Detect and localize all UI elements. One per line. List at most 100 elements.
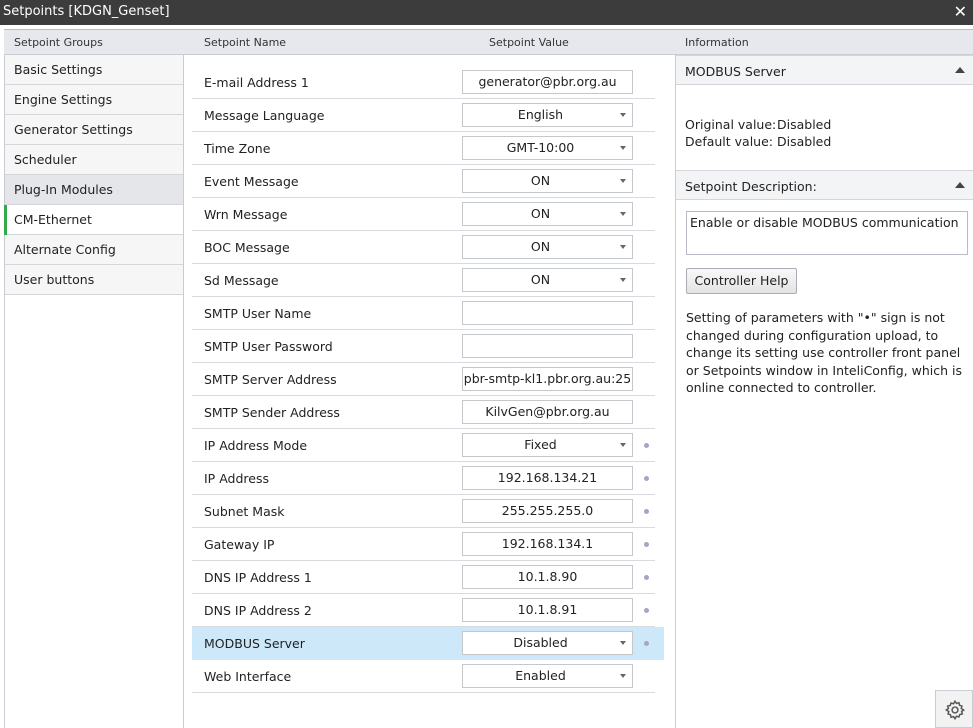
setpoint-description-box: Enable or disable MODBUS communication bbox=[686, 211, 968, 255]
select-value: Enabled bbox=[515, 668, 566, 683]
setpoint-name: SMTP User Password bbox=[204, 339, 333, 354]
triangle-up-icon[interactable] bbox=[955, 67, 965, 73]
boc-message-select[interactable]: ON bbox=[462, 235, 633, 259]
information-panel: MODBUS Server Original value: Disabled D… bbox=[675, 55, 973, 728]
default-value: Disabled bbox=[777, 134, 832, 149]
select-value: Disabled bbox=[513, 635, 568, 650]
setpoint-name: SMTP Sender Address bbox=[204, 405, 340, 420]
setpoint-row-message-language: Message Language English bbox=[192, 99, 655, 132]
group-item-generator-settings[interactable]: Generator Settings bbox=[5, 115, 183, 145]
header-setpoint-name: Setpoint Name bbox=[204, 36, 287, 49]
header-information: Information bbox=[685, 36, 749, 49]
select-value: ON bbox=[530, 272, 551, 287]
dot-icon bbox=[644, 476, 649, 481]
setpoint-name: SMTP Server Address bbox=[204, 372, 337, 387]
original-value: Disabled bbox=[777, 117, 832, 132]
gear-icon bbox=[944, 699, 966, 721]
setpoint-row-time-zone: Time Zone GMT-10:00 bbox=[192, 132, 655, 165]
select-value: GMT-10:00 bbox=[506, 140, 575, 155]
smtp-sender-address-input[interactable]: KilvGen@pbr.org.au bbox=[462, 400, 633, 424]
setpoint-name: DNS IP Address 2 bbox=[204, 603, 312, 618]
setpoint-row-dns-ip-address-2: DNS IP Address 2 10.1.8.91 bbox=[192, 594, 655, 627]
setpoint-row-event-message: Event Message ON bbox=[192, 165, 655, 198]
smtp-server-address-input[interactable]: pbr-smtp-kl1.pbr.org.au:25 bbox=[462, 367, 633, 391]
select-value: Fixed bbox=[524, 437, 557, 452]
select-value: ON bbox=[530, 206, 551, 221]
chevron-down-icon bbox=[620, 245, 626, 249]
original-value-label: Original value: bbox=[685, 117, 777, 132]
setpoint-row-wrn-message: Wrn Message ON bbox=[192, 198, 655, 231]
setpoint-name: DNS IP Address 1 bbox=[204, 570, 312, 585]
select-value: ON bbox=[530, 239, 551, 254]
controller-help-button[interactable]: Controller Help bbox=[686, 268, 797, 294]
setpoint-row-dns-ip-address-1: DNS IP Address 1 10.1.8.90 bbox=[192, 561, 655, 594]
setpoint-name: IP Address Mode bbox=[204, 438, 308, 453]
setpoint-name: SMTP User Name bbox=[204, 306, 312, 321]
setpoint-row-sd-message: Sd Message ON bbox=[192, 264, 655, 297]
close-icon[interactable]: ✕ bbox=[954, 2, 967, 22]
email-address-1-input[interactable]: generator@pbr.org.au bbox=[462, 70, 633, 94]
gateway-ip-input[interactable]: 192.168.134.1 bbox=[462, 532, 633, 556]
setpoint-name: Event Message bbox=[204, 174, 299, 189]
setpoint-name: Gateway IP bbox=[204, 537, 275, 552]
chevron-down-icon bbox=[620, 278, 626, 282]
setpoint-row-ip-address-mode: IP Address Mode Fixed bbox=[192, 429, 655, 462]
group-item-cm-ethernet[interactable]: CM-Ethernet bbox=[4, 205, 183, 235]
chevron-down-icon bbox=[620, 179, 626, 183]
select-value: English bbox=[517, 107, 564, 122]
setpoint-row-ip-address: IP Address 192.168.134.21 bbox=[192, 462, 655, 495]
dns-ip-address-1-input[interactable]: 10.1.8.90 bbox=[462, 565, 633, 589]
setpoint-name: MODBUS Server bbox=[204, 636, 305, 651]
setpoint-name: Time Zone bbox=[204, 141, 271, 156]
smtp-user-password-input[interactable] bbox=[462, 334, 633, 358]
header-setpoint-groups: Setpoint Groups bbox=[14, 36, 103, 49]
message-language-select[interactable]: English bbox=[462, 103, 633, 127]
dot-icon bbox=[644, 641, 649, 646]
sd-message-select[interactable]: ON bbox=[462, 268, 633, 292]
triangle-up-icon[interactable] bbox=[955, 182, 965, 188]
column-header-bar: Setpoint Groups Setpoint Name Setpoint V… bbox=[4, 29, 973, 55]
wrn-message-select[interactable]: ON bbox=[462, 202, 633, 226]
group-item-basic-settings[interactable]: Basic Settings bbox=[5, 55, 183, 85]
event-message-select[interactable]: ON bbox=[462, 169, 633, 193]
setpoint-name: Web Interface bbox=[204, 669, 292, 684]
time-zone-select[interactable]: GMT-10:00 bbox=[462, 136, 633, 160]
setpoint-row-modbus-server[interactable]: MODBUS Server Disabled bbox=[192, 627, 664, 660]
ip-address-input[interactable]: 192.168.134.21 bbox=[462, 466, 633, 490]
modbus-server-select[interactable]: Disabled bbox=[462, 631, 633, 655]
setpoint-name: Message Language bbox=[204, 108, 325, 123]
group-item-user-buttons[interactable]: User buttons bbox=[5, 265, 183, 295]
setpoint-row-smtp-sender-address: SMTP Sender Address KilvGen@pbr.org.au bbox=[192, 396, 655, 429]
dot-icon bbox=[644, 542, 649, 547]
setpoint-name: E-mail Address 1 bbox=[204, 75, 309, 90]
settings-button[interactable] bbox=[935, 690, 973, 728]
chevron-down-icon bbox=[620, 674, 626, 678]
dot-icon bbox=[644, 443, 649, 448]
setpoint-row-web-interface: Web Interface Enabled bbox=[192, 660, 655, 693]
group-item-alternate-config[interactable]: Alternate Config bbox=[5, 235, 183, 265]
info-section-title: MODBUS Server bbox=[685, 64, 786, 79]
setpoint-name: Wrn Message bbox=[204, 207, 288, 222]
setpoint-name: Subnet Mask bbox=[204, 504, 285, 519]
subnet-mask-input[interactable]: 255.255.255.0 bbox=[462, 499, 633, 523]
dot-icon bbox=[644, 608, 649, 613]
dns-ip-address-2-input[interactable]: 10.1.8.91 bbox=[462, 598, 633, 622]
setpoint-name: Sd Message bbox=[204, 273, 279, 288]
default-value-row: Default value: Disabled bbox=[685, 134, 831, 149]
group-item-engine-settings[interactable]: Engine Settings bbox=[5, 85, 183, 115]
setpoint-row-boc-message: BOC Message ON bbox=[192, 231, 655, 264]
web-interface-select[interactable]: Enabled bbox=[462, 664, 633, 688]
setpoint-row-smtp-server-address: SMTP Server Address pbr-smtp-kl1.pbr.org… bbox=[192, 363, 655, 396]
default-value-label: Default value: bbox=[685, 134, 774, 149]
group-item-plug-in-modules[interactable]: Plug-In Modules bbox=[5, 175, 183, 205]
ip-address-mode-select[interactable]: Fixed bbox=[462, 433, 633, 457]
setpoint-row-smtp-user-password: SMTP User Password bbox=[192, 330, 655, 363]
chevron-down-icon bbox=[620, 641, 626, 645]
smtp-user-name-input[interactable] bbox=[462, 301, 633, 325]
setpoint-list: E-mail Address 1 generator@pbr.org.au Me… bbox=[184, 55, 674, 728]
group-item-scheduler[interactable]: Scheduler bbox=[5, 145, 183, 175]
header-setpoint-value: Setpoint Value bbox=[489, 36, 569, 49]
setpoint-row-subnet-mask: Subnet Mask 255.255.255.0 bbox=[192, 495, 655, 528]
info-section-header: MODBUS Server bbox=[676, 55, 973, 85]
chevron-down-icon bbox=[620, 113, 626, 117]
